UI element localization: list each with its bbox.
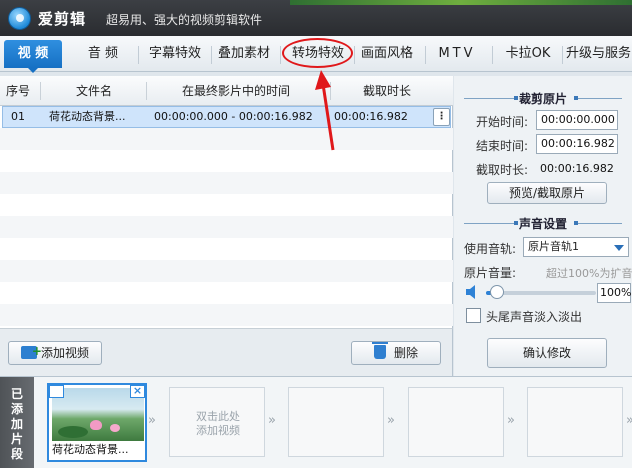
row-index: 01 xyxy=(11,110,25,123)
empty-clip-slot[interactable] xyxy=(527,387,623,457)
added-clips-label: 已添加片段 xyxy=(0,377,34,468)
empty-row xyxy=(0,260,453,282)
volume-label: 原片音量: xyxy=(464,266,517,280)
empty-row xyxy=(0,172,453,194)
clip-name: 荷花动态背景... xyxy=(52,443,129,456)
fade-label: 头尾声音淡入淡出 xyxy=(486,310,583,324)
close-icon[interactable]: × xyxy=(130,385,145,398)
tab-divider xyxy=(562,46,563,64)
end-time-field[interactable]: 00:00:16.982 xyxy=(536,134,618,154)
list-action-bar: 添加视频 删除 xyxy=(0,328,453,376)
row-duration: 00:00:16.982 xyxy=(334,110,408,123)
tab-audio[interactable]: 音 频 xyxy=(74,42,132,66)
delete-button[interactable]: 删除 xyxy=(351,341,441,365)
video-list-panel: 序号 文件名 在最终影片中的时间 截取时长 01 荷花动态背景... 00:00… xyxy=(0,76,453,328)
section-rule xyxy=(578,223,622,224)
table-header: 序号 文件名 在最终影片中的时间 截取时长 xyxy=(0,76,453,106)
section-rule xyxy=(578,98,622,99)
chevron-right-icon: » xyxy=(387,413,395,428)
thumbnail-leaf xyxy=(58,426,88,438)
thumbnail-lotus xyxy=(110,424,120,432)
audio-track-value: 原片音轨1 xyxy=(528,240,579,253)
tab-mtv[interactable]: MTV xyxy=(430,42,484,66)
add-video-label: 添加视频 xyxy=(40,346,89,360)
empty-clip-slot[interactable] xyxy=(408,387,504,457)
column-index[interactable]: 序号 xyxy=(6,76,30,106)
chevron-right-icon: » xyxy=(268,413,276,428)
row-menu-icon[interactable]: ⋮ xyxy=(433,108,450,126)
fade-checkbox[interactable] xyxy=(466,308,481,323)
title-bar: 爱剪辑 超易用、强大的视频剪辑软件 xyxy=(0,0,632,36)
chevron-right-icon: » xyxy=(507,413,515,428)
audio-track-select[interactable]: 原片音轨1 xyxy=(523,237,629,257)
add-video-button[interactable]: 添加视频 xyxy=(8,340,102,365)
start-time-field[interactable]: 00:00:00.000 xyxy=(536,110,618,130)
clip-info-icon[interactable] xyxy=(49,385,64,398)
tab-subtitle-effects[interactable]: 字幕特效 xyxy=(141,42,209,66)
add-clip-hint-line1: 双击此处 xyxy=(196,410,240,423)
trash-icon xyxy=(371,342,388,359)
column-divider xyxy=(330,82,331,100)
audio-track-label: 使用音轨: xyxy=(464,242,517,256)
tab-divider xyxy=(280,46,281,64)
clip-card[interactable]: × 荷花动态背景... xyxy=(47,383,147,462)
column-filename[interactable]: 文件名 xyxy=(76,76,112,106)
add-clip-hint: 双击此处 添加视频 xyxy=(170,410,266,438)
empty-clip-slot[interactable] xyxy=(288,387,384,457)
speaker-icon[interactable] xyxy=(465,285,479,299)
volume-slider-knob[interactable] xyxy=(490,285,504,299)
tab-karaoke[interactable]: 卡拉OK xyxy=(498,42,558,66)
tab-divider xyxy=(138,46,139,64)
empty-row xyxy=(0,128,453,150)
tab-divider xyxy=(492,46,493,64)
clip-settings-panel: 裁剪原片 开始时间: 00:00:00.000 结束时间: 00:00:16.9… xyxy=(454,76,632,376)
app-name: 爱剪辑 xyxy=(38,10,87,28)
end-time-label: 结束时间: xyxy=(476,139,529,153)
added-clips-strip: 已添加片段 × 荷花动态背景... » 双击此处 添加视频 » » » » xyxy=(0,376,632,468)
app-logo-icon xyxy=(8,7,31,30)
add-video-icon xyxy=(20,340,42,362)
row-time-range: 00:00:00.000 - 00:00:16.982 xyxy=(154,110,313,123)
column-divider xyxy=(146,82,147,100)
row-filename: 荷花动态背景... xyxy=(49,110,126,123)
tab-picture-style[interactable]: 画面风格 xyxy=(356,42,418,66)
duration-label: 截取时长: xyxy=(476,163,529,177)
table-row[interactable]: 01 荷花动态背景... 00:00:00.000 - 00:00:16.982… xyxy=(2,106,451,128)
tab-divider xyxy=(211,46,212,64)
add-clip-slot[interactable]: 双击此处 添加视频 xyxy=(169,387,265,457)
empty-row xyxy=(0,304,453,326)
preview-crop-button[interactable]: 预览/截取原片 xyxy=(487,182,607,204)
column-duration[interactable]: 截取时长 xyxy=(363,76,411,106)
title-decoration xyxy=(290,0,632,5)
tab-divider xyxy=(425,46,426,64)
chevron-right-icon: » xyxy=(626,413,632,428)
start-time-label: 开始时间: xyxy=(476,115,529,129)
column-divider xyxy=(40,82,41,100)
volume-value-field[interactable]: 100% xyxy=(597,283,631,303)
thumbnail-lotus xyxy=(90,420,102,430)
chevron-right-icon: » xyxy=(148,413,156,428)
add-clip-hint-line2: 添加视频 xyxy=(196,424,240,437)
tab-overlay-materials[interactable]: 叠加素材 xyxy=(213,42,275,66)
tab-upgrade-service[interactable]: 升级与服务 xyxy=(566,42,632,66)
duration-value: 00:00:16.982 xyxy=(540,162,614,175)
app-slogan: 超易用、强大的视频剪辑软件 xyxy=(106,13,263,27)
empty-row xyxy=(0,216,453,238)
transition-tab-highlight-circle xyxy=(282,38,353,68)
volume-hint: 超过100%为扩音 xyxy=(546,267,632,280)
confirm-changes-button[interactable]: 确认修改 xyxy=(487,338,607,368)
column-time-in-movie[interactable]: 在最终影片中的时间 xyxy=(182,76,290,106)
tab-divider xyxy=(354,46,355,64)
delete-label: 删除 xyxy=(393,346,418,360)
chevron-down-icon xyxy=(614,245,624,251)
tab-video[interactable]: 视 频 xyxy=(4,40,62,73)
